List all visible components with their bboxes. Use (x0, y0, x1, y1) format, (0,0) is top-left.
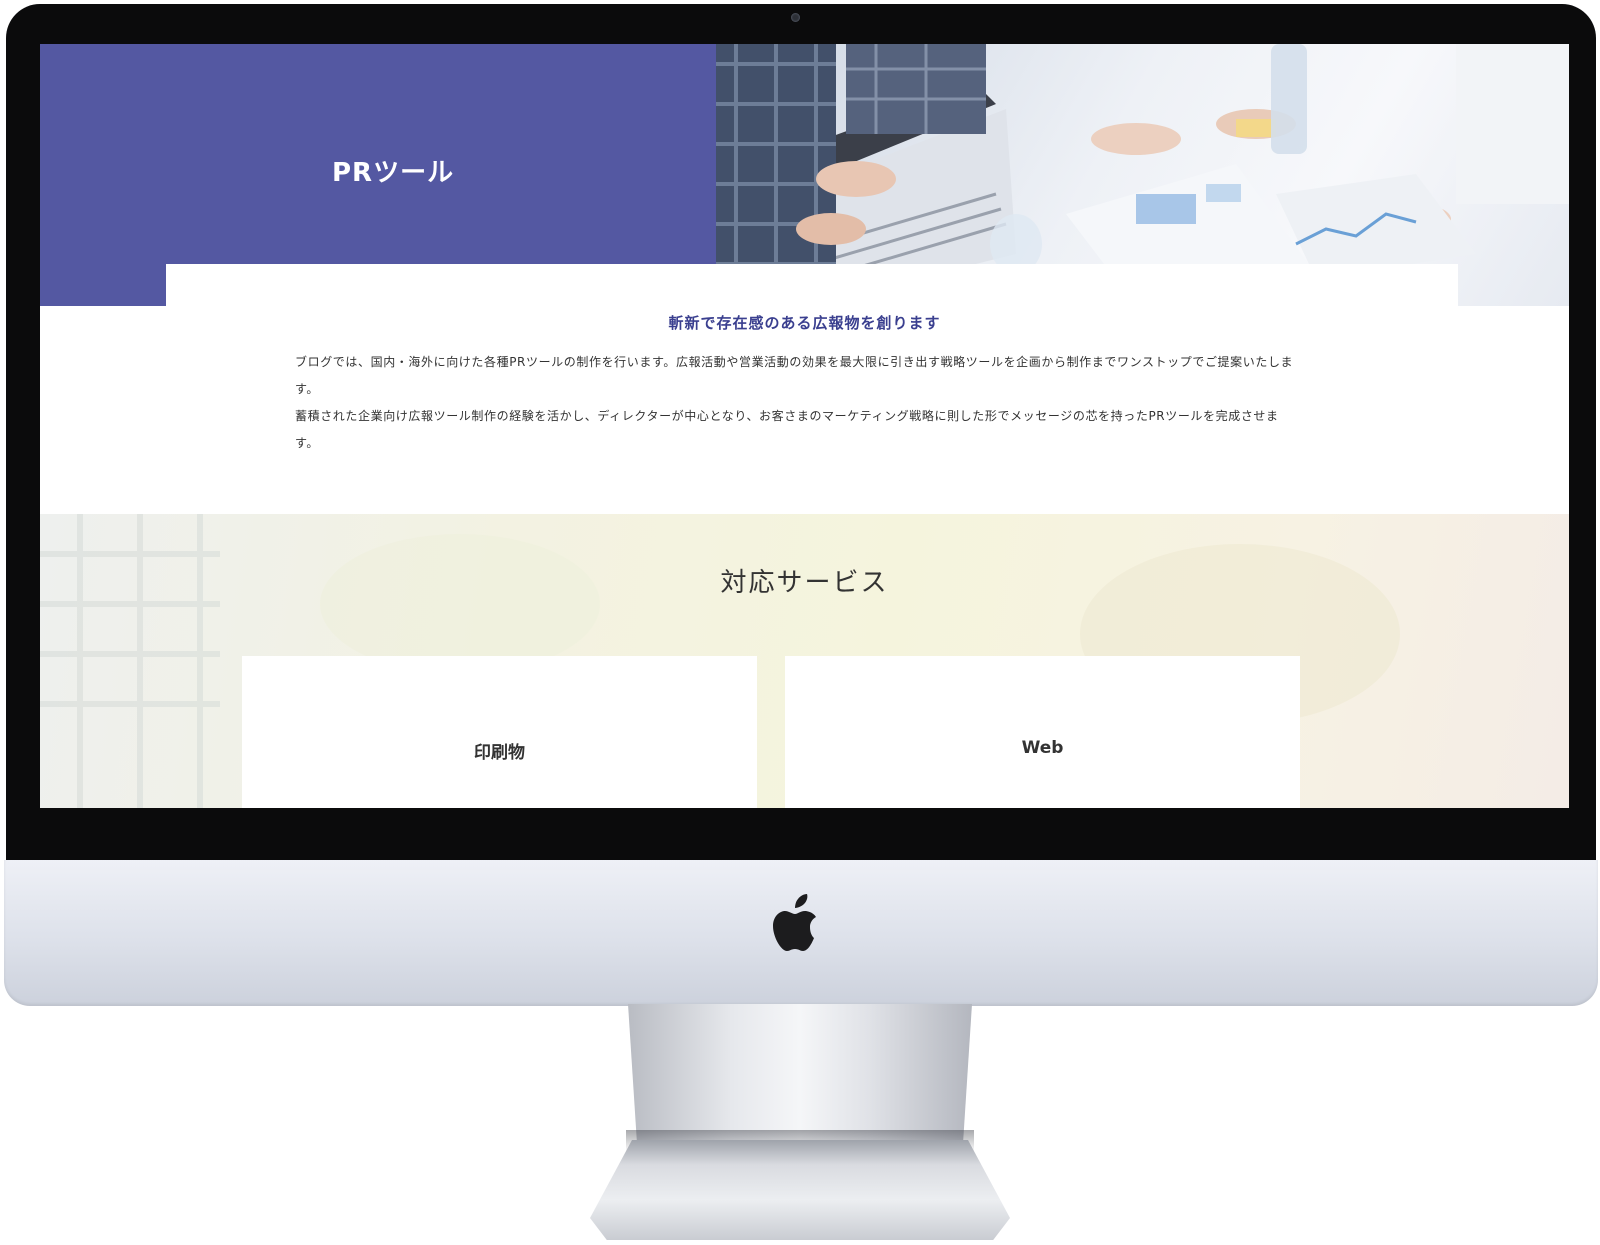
services-title: 対応サービス (720, 568, 889, 598)
intro-paragraph: 蓄積された企業向け広報ツール制作の経験を活かし、ディレクターが中心となり、お客さ… (295, 409, 1279, 450)
intro-heading: 斬新で存在感のある広報物を創ります (668, 314, 941, 332)
service-card-label: Web (1021, 738, 1064, 758)
intro-paragraph: ブログでは、国内・海外に向けた各種PRツールの制作を行います。広報活動や営業活動… (295, 355, 1294, 396)
screen: PRツール 斬新で存在感のある広報物を創ります ブログでは、国内・海外に向けた各… (40, 44, 1569, 808)
service-card-print[interactable]: 印刷物 (242, 656, 757, 808)
services-section: 対応サービス 印刷物 Web (40, 514, 1569, 808)
service-card-web[interactable]: Web (785, 656, 1300, 808)
stand-base (590, 1140, 1010, 1240)
camera-icon (791, 13, 800, 22)
intro-body: ブログでは、国内・海外に向けた各種PRツールの制作を行います。広報活動や営業活動… (295, 349, 1295, 457)
apple-logo-icon (770, 892, 826, 958)
page-title: PRツール (332, 158, 455, 188)
service-card-label: 印刷物 (474, 743, 525, 763)
